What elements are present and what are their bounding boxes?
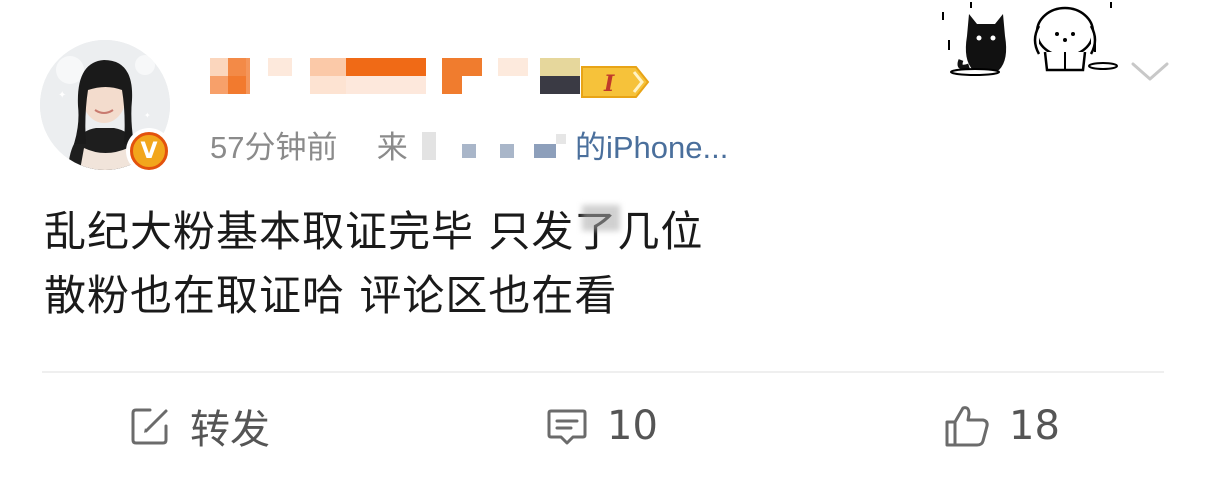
repost-button[interactable]: 转发	[128, 398, 270, 454]
verified-v-icon: V	[130, 132, 168, 170]
verified-badge: V	[126, 128, 172, 174]
vip-level-badge[interactable]: I	[580, 64, 652, 104]
repost-label: 转发	[190, 407, 270, 453]
post-meta: 57分钟前 来 的iPhone...	[210, 122, 728, 165]
post-line: 散粉也在取证哈 评论区也在看	[44, 271, 618, 320]
svg-text:✦: ✦	[58, 90, 66, 101]
source-blurred	[416, 132, 567, 162]
comment-count: 10	[607, 403, 658, 449]
comment-button[interactable]: 10	[545, 398, 658, 454]
comment-bubble-icon	[547, 409, 587, 445]
svg-text:✦: ✦	[144, 111, 151, 120]
weibo-post-card: ✦ ✦ V I 57分钟前 来 的iPhone... 乱纪大粉基本取证完毕 只发…	[0, 0, 1206, 483]
like-count: 18	[1009, 403, 1060, 449]
thumbs-up-icon	[945, 406, 989, 447]
text-blur-mask	[582, 205, 620, 231]
edit-square-icon	[131, 408, 168, 445]
source-device[interactable]: 的iPhone...	[575, 130, 728, 165]
cat-dog-sticker	[935, 0, 1125, 86]
divider	[42, 371, 1164, 373]
post-time: 57分钟前	[210, 130, 338, 165]
like-button[interactable]: 18	[943, 398, 1060, 454]
chevron-down-icon	[1131, 62, 1169, 81]
username-blurred[interactable]	[210, 58, 590, 98]
vip-level-icon: I	[603, 71, 615, 97]
more-options-button[interactable]	[1130, 60, 1170, 88]
source-prefix: 来	[376, 130, 408, 165]
